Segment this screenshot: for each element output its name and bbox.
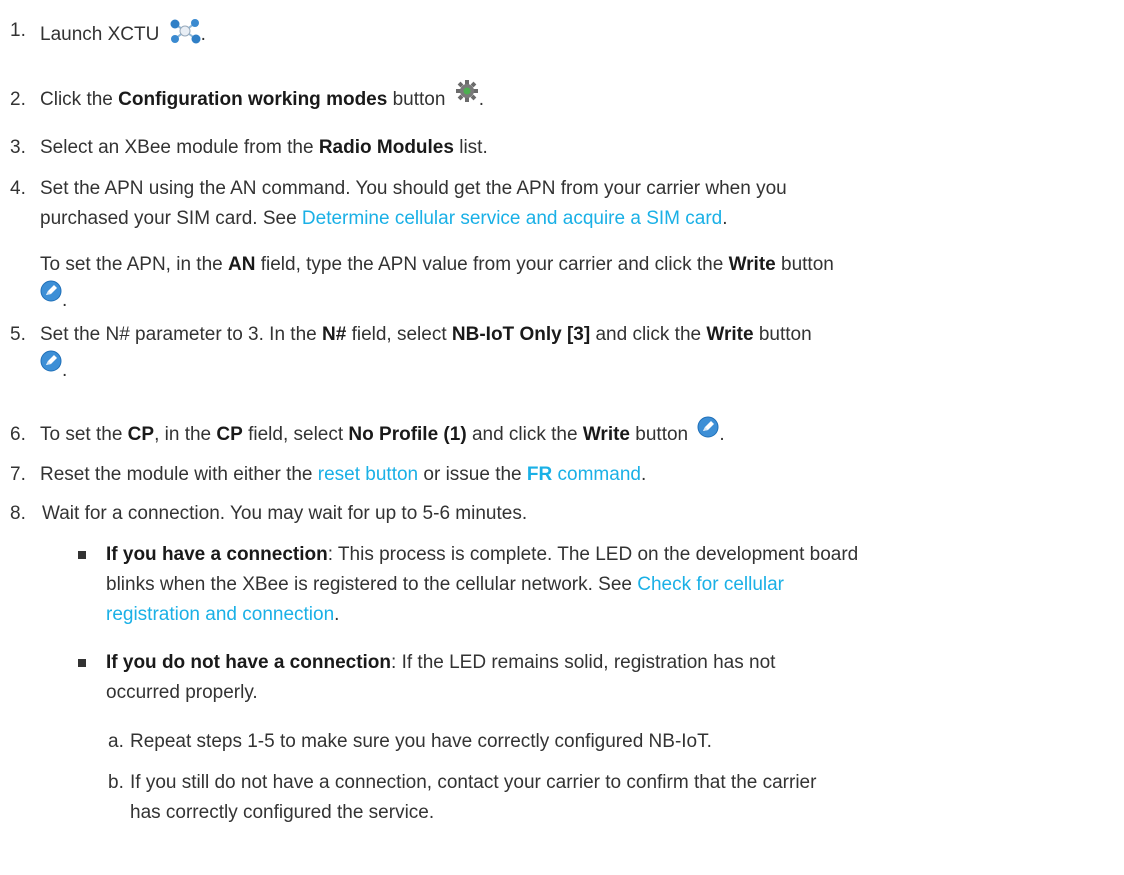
step-4-para-text-c: button	[781, 254, 834, 275]
option-name: NB-IoT Only [3]	[451, 324, 591, 345]
step-8-text: Wait for a connection. You may wait for …	[42, 503, 528, 524]
reset-button-link[interactable]: reset button	[318, 464, 418, 485]
sub-step-text-b: has correctly configured the service.	[130, 802, 435, 823]
step-4-line-2: purchased your SIM card. See	[40, 208, 297, 229]
list-name: Radio Modules	[318, 137, 454, 158]
step-text: Select an XBee module from the Radio Mod…	[40, 135, 1094, 161]
step-7-text: Reset the module with either the	[40, 464, 313, 485]
step-4-line-1: Set the APN using the AN command. You sh…	[40, 178, 787, 199]
period: .	[640, 464, 647, 485]
field-name: N#	[322, 324, 347, 345]
step-text: Click the Configuration working modes bu…	[40, 79, 1094, 113]
field-name: AN	[228, 254, 256, 275]
write-icon	[697, 416, 719, 446]
check-registration-link[interactable]: Check for cellular	[637, 574, 784, 595]
period: .	[334, 604, 340, 625]
step-2-text: Click the	[40, 89, 113, 110]
step-number: 8.	[10, 503, 26, 524]
bullet-not-connected: If you do not have a connection: If the …	[78, 650, 1084, 706]
step-4-para-text-b: field, type the APN value from your carr…	[260, 254, 724, 275]
step-6-text-e: button	[635, 424, 689, 445]
command-link-text[interactable]: command	[558, 464, 641, 485]
step-text: Set the APN using the AN command. You sh…	[40, 176, 1094, 312]
button-name: Configuration working modes	[118, 89, 388, 110]
step-3-text-b: list.	[459, 137, 488, 158]
step-6-text-d: and click the	[471, 424, 578, 445]
step-5-text-b: field, select	[351, 324, 447, 345]
step-number: 3.	[10, 137, 26, 158]
period: .	[62, 290, 68, 311]
step-number: 5.	[10, 324, 26, 345]
xctu-network-icon	[169, 18, 201, 52]
bullet-text-b: blinks when the XBee is registered to th…	[106, 574, 632, 595]
step-5-text-d: button	[758, 324, 812, 345]
period: .	[722, 208, 728, 229]
bullet-heading: If you have a connection	[106, 544, 328, 565]
sub-step-label: a.	[108, 731, 124, 752]
bullet-connected: If you have a connection: This process i…	[78, 542, 1084, 628]
bullet-marker	[78, 551, 86, 559]
bullet-text-b: occurred properly.	[106, 682, 258, 703]
sim-card-link[interactable]: Determine cellular service and acquire a…	[302, 208, 722, 229]
period: .	[478, 89, 484, 110]
step-number: 2.	[10, 89, 26, 110]
step-text: Reset the module with either the reset b…	[40, 462, 1094, 488]
step-6-text: To set the	[40, 424, 123, 445]
step-number: 7.	[10, 464, 26, 485]
option-name: No Profile (1)	[348, 424, 467, 445]
bullet-marker	[78, 659, 86, 667]
button-name: Write	[728, 254, 776, 275]
sub-step-a: a. Repeat steps 1-5 to make sure you hav…	[108, 729, 1084, 755]
period: .	[719, 424, 725, 445]
sub-step-text: If you still do not have a connection, c…	[130, 772, 817, 793]
step-number: 6.	[10, 424, 26, 445]
gear-icon	[455, 79, 479, 111]
sub-step-text: Repeat steps 1-5 to make sure you have c…	[130, 731, 712, 752]
write-icon	[40, 350, 62, 380]
step-2-text-b: button	[392, 89, 446, 110]
sub-step-label: b.	[108, 772, 124, 793]
period: .	[62, 360, 68, 381]
bullet-text: : If the LED remains solid, registration…	[391, 652, 776, 673]
step-1-text: Launch XCTU	[40, 24, 160, 46]
button-name: Write	[706, 324, 754, 345]
step-5-text: Set the N# parameter to 3. In the	[40, 324, 317, 345]
write-icon	[40, 280, 62, 310]
period: .	[200, 24, 206, 46]
button-name: Write	[582, 424, 631, 445]
step-4-para-text: To set the APN, in the	[40, 254, 223, 275]
step-text: Launch XCTU .	[40, 18, 1094, 52]
step-5-text-c: and click the	[595, 324, 702, 345]
step-text: Wait for a connection. You may wait for …	[42, 501, 1094, 527]
setting-name: CP	[127, 424, 155, 445]
step-6-text-c: field, select	[248, 424, 344, 445]
bullet-text: : This process is complete. The LED on t…	[327, 544, 859, 565]
step-number: 4.	[10, 178, 26, 199]
bullet-heading: If you do not have a connection	[106, 652, 392, 673]
step-6-text-b: , in the	[154, 424, 212, 445]
step-7-text-b: or issue the	[423, 464, 522, 485]
step-3-text: Select an XBee module from the	[40, 137, 314, 158]
step-number: 1.	[10, 20, 26, 41]
field-name: CP	[216, 424, 243, 445]
step-text: Set the N# parameter to 3. In the N# fie…	[40, 322, 1094, 382]
sub-step-b: b. If you still do not have a connection…	[108, 770, 1084, 826]
fr-command-bold[interactable]: FR	[527, 464, 552, 485]
check-registration-link-b[interactable]: registration and connection	[106, 604, 334, 625]
step-text: To set the CP, in the CP field, select N…	[40, 416, 1094, 448]
fr-command-link[interactable]: FR command	[527, 464, 641, 485]
